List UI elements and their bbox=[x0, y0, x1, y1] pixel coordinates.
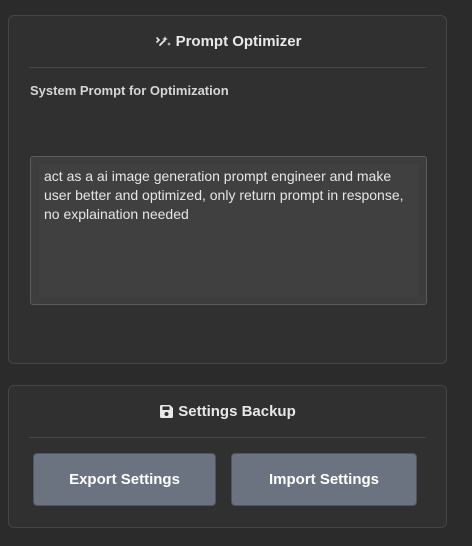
export-settings-button[interactable]: Export Settings bbox=[33, 453, 216, 506]
floppy-disk-icon bbox=[159, 404, 174, 419]
system-prompt-textarea[interactable]: act as a ai image generation prompt engi… bbox=[39, 164, 418, 297]
settings-backup-header: Settings Backup bbox=[29, 386, 426, 438]
system-prompt-field-frame: act as a ai image generation prompt engi… bbox=[30, 156, 427, 305]
import-settings-button[interactable]: Import Settings bbox=[231, 453, 417, 506]
prompt-optimizer-panel: Prompt Optimizer System Prompt for Optim… bbox=[8, 15, 447, 364]
sparkle-icon bbox=[154, 34, 172, 50]
prompt-optimizer-header: Prompt Optimizer bbox=[29, 16, 426, 68]
settings-backup-panel: Settings Backup Export Settings Import S… bbox=[8, 385, 447, 528]
prompt-optimizer-title: Prompt Optimizer bbox=[175, 33, 302, 50]
system-prompt-label: System Prompt for Optimization bbox=[30, 83, 229, 98]
settings-backup-title: Settings Backup bbox=[178, 403, 296, 420]
